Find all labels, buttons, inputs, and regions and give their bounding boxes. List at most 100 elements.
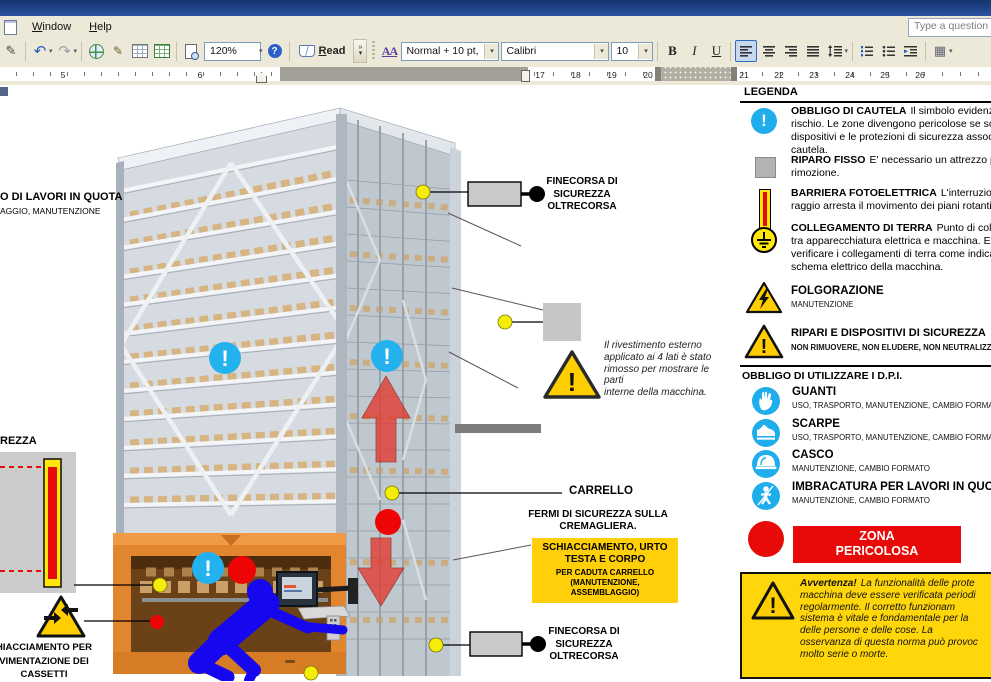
helmet-icon <box>752 450 780 478</box>
horizontal-ruler[interactable]: 5 6 17 18 19 20 21 22 23 24 25 26 <box>0 64 991 85</box>
align-right-button[interactable] <box>781 41 801 61</box>
legend-caution-title: OBBLIGO DI CAUTELA <box>791 105 907 117</box>
svg-text:!: ! <box>769 593 776 618</box>
legend-harness-title: IMBRACATURA PER LAVORI IN QUOTA <box>792 481 991 493</box>
toolbar-separator <box>925 42 926 61</box>
gray-beam <box>455 424 541 433</box>
styles-formatting-button[interactable]: AA <box>379 41 399 61</box>
legend-photocell-title: BARRIERA FOTOELETTRICA <box>791 187 937 199</box>
zoom-dropdown-arrow[interactable]: ▾ <box>259 47 263 55</box>
underline-button[interactable]: U <box>706 41 726 61</box>
menu-help[interactable]: Help <box>80 18 121 36</box>
table-grid-icon <box>132 44 148 58</box>
hyperlink-globe-icon <box>89 44 104 59</box>
svg-text:!: ! <box>568 367 577 397</box>
drawer-crush-label: HIACCIAMENTO PER VIMENTAZIONE DEI CASSET… <box>0 641 100 682</box>
italic-button[interactable]: I <box>684 41 704 61</box>
electrocution-icon <box>745 281 783 315</box>
danger-zone-marker <box>375 509 401 535</box>
redo-dropdown-arrow[interactable]: ▾ <box>74 47 78 55</box>
justify-button[interactable] <box>803 41 823 61</box>
legend-helmet-title: CASCO <box>792 449 991 461</box>
toolbar-separator <box>289 42 290 61</box>
numbered-list-button[interactable] <box>857 41 877 61</box>
print-preview-button[interactable] <box>181 41 201 61</box>
ruler-number: 20 <box>643 70 652 80</box>
style-combobox[interactable]: Normal + 10 pt, ▾ <box>401 42 499 61</box>
crush-hazard-box: SCHIACCIAMENTO, URTO TESTA E CORPO PER C… <box>532 538 678 603</box>
toolbar-grip[interactable] <box>372 41 375 61</box>
style-dropdown-arrow[interactable]: ▾ <box>484 44 498 59</box>
ruler-number: 19 <box>607 70 616 80</box>
line-spacing-button[interactable] <box>825 41 845 61</box>
ruler-segment <box>528 67 655 81</box>
danger-zone-box: ZONA PERICOLOSA <box>793 526 961 563</box>
undo-dropdown-arrow[interactable]: ▾ <box>49 47 53 55</box>
bold-button[interactable]: B <box>662 41 682 61</box>
align-left-button[interactable] <box>735 40 757 62</box>
font-combobox[interactable]: Calibri ▾ <box>501 42 609 61</box>
legend-photocell-entry: BARRIERA FOTOELETTRICAL'interruzione rag… <box>791 187 991 213</box>
align-center-button[interactable] <box>759 41 779 61</box>
limit-switch-top-label: FINECORSA DI SICUREZZA OLTRECORSA <box>522 176 642 214</box>
toolbar-separator <box>81 42 82 61</box>
limit-switch-bottom-label: FINECORSA DI SICUREZZA OLTRECORSA <box>524 626 644 664</box>
style-value: Normal + 10 pt, <box>406 45 478 57</box>
crush-hazard-title: SCHIACCIAMENTO, URTO TESTA E CORPO <box>532 542 678 566</box>
legend-helmet-sub: MANUTENZIONE, CAMBIO FORMATO <box>792 464 991 473</box>
undo-button[interactable]: ↶ <box>30 41 50 61</box>
insert-hyperlink-button[interactable] <box>86 41 106 61</box>
harness-icon <box>752 482 780 510</box>
danger-zone-marker <box>228 556 256 584</box>
ruler-segment <box>0 67 280 81</box>
ppe-header: OBBLIGO DI UTILIZZARE I D.P.I. <box>742 370 902 382</box>
menu-window[interactable]: Window <box>23 18 80 36</box>
rack-stops-label: FERMI DI SICUREZZA SULLA CREMAGLIERA. <box>524 509 672 532</box>
ruler-number: 23 <box>809 70 818 80</box>
ruler-number: 24 <box>845 70 854 80</box>
borders-dropdown-arrow[interactable]: ▾ <box>949 47 953 55</box>
legend-earth-title: COLLEGAMENTO DI TERRA <box>791 222 933 234</box>
line-spacing-icon <box>828 45 843 57</box>
pencil-icon: ✎ <box>113 44 123 58</box>
svg-text:!: ! <box>221 346 228 371</box>
increase-indent-button[interactable] <box>901 41 921 61</box>
tables-borders-button[interactable]: ✎ <box>108 41 128 61</box>
ruler-number: 17 <box>535 70 544 80</box>
legend-electrocution-title: FOLGORAZIONE <box>791 285 991 297</box>
size-dropdown-arrow[interactable]: ▾ <box>638 44 652 59</box>
font-size-value: 10 <box>616 45 628 57</box>
warning-triangle-icon: ! <box>750 580 796 622</box>
insert-table-button[interactable] <box>130 41 150 61</box>
ask-question-box[interactable]: Type a question <box>908 18 991 37</box>
earth-icon <box>750 226 778 254</box>
indent-icon <box>904 45 918 57</box>
photocell-barrier-panel <box>0 452 76 593</box>
work-at-height-label: O DI LAVORI IN QUOTA <box>0 191 122 203</box>
font-size-combobox[interactable]: 10 ▾ <box>611 42 653 61</box>
redo-button[interactable]: ↷ <box>55 41 75 61</box>
fixed-guard-block <box>543 303 581 341</box>
legend-gloves-title: GUANTI <box>792 386 991 398</box>
borders-button[interactable]: ▦ <box>930 41 950 61</box>
bulleted-list-icon <box>882 45 896 57</box>
toolbar-options-handle[interactable]: » ▾ <box>353 39 367 63</box>
numbered-list-icon <box>860 45 874 57</box>
left-indent-marker[interactable] <box>521 70 530 82</box>
line-spacing-dropdown-arrow[interactable]: ▾ <box>844 47 848 55</box>
zoom-combobox[interactable]: 120% <box>204 42 261 61</box>
toolbar-separator <box>25 42 26 61</box>
insert-excel-button[interactable] <box>152 41 172 61</box>
svg-text:!: ! <box>204 556 211 581</box>
font-dropdown-arrow[interactable]: ▾ <box>594 44 608 59</box>
ruler-margin-segment <box>280 67 528 81</box>
ruler-number: 22 <box>774 70 783 80</box>
table-column-handle[interactable] <box>655 67 737 81</box>
legend-electrocution-sub: MANUTENZIONE <box>791 300 991 309</box>
photocell-icon <box>759 189 771 231</box>
bulleted-list-button[interactable] <box>879 41 899 61</box>
legend-guards-title: RIPARI E DISPOSITIVI DI SICUREZZA <box>791 327 991 339</box>
format-painter-button[interactable]: ✎ <box>1 41 21 61</box>
read-mode-button[interactable]: Read <box>293 43 352 59</box>
help-button[interactable]: ? <box>265 41 285 61</box>
